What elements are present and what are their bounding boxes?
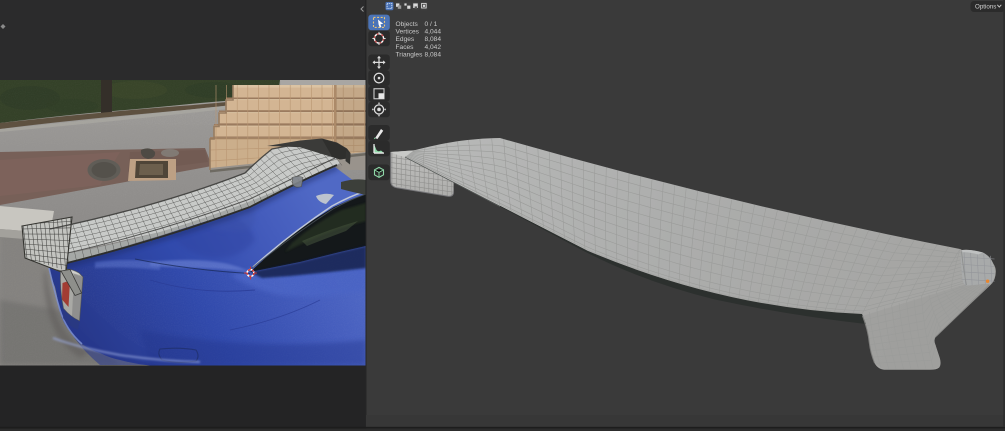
svg-text:Triangles: Triangles [396,52,424,59]
svg-text:Faces: Faces [396,44,415,51]
svg-text:0 / 1: 0 / 1 [425,21,438,28]
svg-text:4,042: 4,042 [425,44,442,51]
svg-text:8,084: 8,084 [425,52,442,59]
svg-text:Vertices: Vertices [396,29,420,36]
svg-text:8,084: 8,084 [425,36,442,43]
svg-text:4,044: 4,044 [425,29,442,36]
svg-text:Options: Options [975,4,996,11]
svg-text:Edges: Edges [396,36,415,43]
svg-text:Objects: Objects [396,21,419,28]
